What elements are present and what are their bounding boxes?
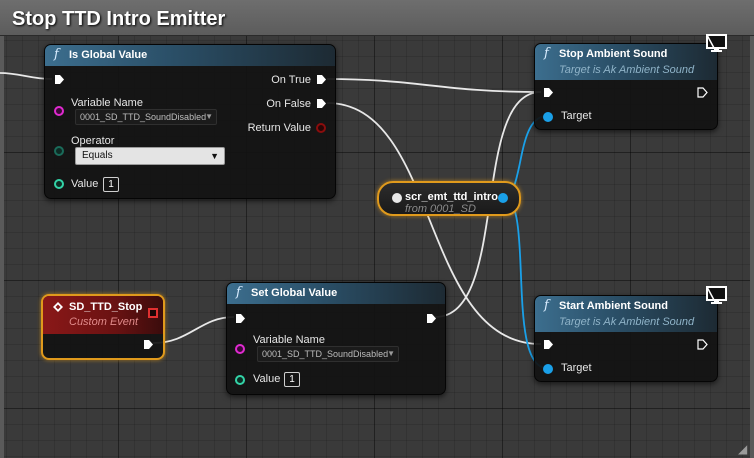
object-pin[interactable] — [543, 364, 553, 374]
value-label: Value — [71, 178, 99, 190]
node-subtitle: Target is Ak Ambient Sound — [559, 316, 695, 328]
variable-name-value: 0001_SD_TTD_SoundDisabled — [80, 112, 207, 122]
monitor-icon — [706, 286, 727, 304]
int-pin[interactable] — [54, 179, 64, 189]
exec-in-pin[interactable] — [54, 74, 65, 85]
chevron-down-icon: ▼ — [210, 151, 219, 161]
variable-name-value: 0001_SD_TTD_SoundDisabled — [262, 349, 389, 359]
node-start-ambient-sound[interactable]: f Start Ambient Sound Target is Ak Ambie… — [534, 295, 718, 382]
operator-value: Equals — [82, 150, 113, 161]
variable-source: from 0001_SD — [405, 203, 476, 215]
exec-out-pin[interactable] — [697, 87, 708, 98]
function-icon: f — [544, 46, 549, 61]
node-subtitle: Target is Ak Ambient Sound — [559, 64, 695, 76]
on-true-label: On True — [271, 74, 311, 86]
exec-out-on-true-pin[interactable] — [316, 74, 327, 85]
exec-out-pin[interactable] — [697, 339, 708, 350]
target-label: Target — [561, 362, 592, 374]
node-title: Start Ambient Sound — [559, 300, 668, 312]
object-pin[interactable] — [543, 112, 553, 122]
node-custom-event[interactable]: SD_TTD_Stop Custom Event — [41, 294, 165, 360]
node-header: f Start Ambient Sound Target is Ak Ambie… — [535, 296, 717, 332]
event-diamond-icon — [53, 302, 63, 312]
chevron-down-icon: ▼ — [387, 349, 395, 358]
node-header: f Set Global Value — [227, 283, 445, 304]
operator-label: Operator — [71, 135, 115, 147]
node-stop-ambient-sound[interactable]: f Stop Ambient Sound Target is Ak Ambien… — [534, 43, 718, 130]
exec-in-pin[interactable] — [543, 87, 554, 98]
bool-pin[interactable] — [316, 123, 326, 133]
node-header: f Is Global Value — [45, 45, 335, 66]
value-input[interactable]: 1 — [103, 177, 119, 192]
node-title: Is Global Value — [69, 49, 148, 61]
monitor-icon — [706, 34, 727, 52]
string-pin[interactable] — [54, 106, 64, 116]
comment-resize-grip[interactable]: ◢ — [738, 442, 752, 456]
delegate-pin[interactable] — [148, 308, 158, 318]
function-icon: f — [236, 285, 241, 300]
node-variable-getter[interactable]: scr_emt_ttd_intro from 0001_SD — [377, 181, 521, 216]
node-title: Stop Ambient Sound — [559, 48, 668, 60]
node-subtitle: Custom Event — [69, 316, 139, 328]
exec-out-pin[interactable] — [143, 339, 154, 350]
object-out-pin[interactable] — [498, 193, 508, 203]
node-header: f Stop Ambient Sound Target is Ak Ambien… — [535, 44, 717, 80]
exec-wire-on-true-to-stop — [326, 78, 542, 93]
node-header: SD_TTD_Stop Custom Event — [43, 296, 163, 334]
operator-select[interactable]: Equals ▼ — [75, 147, 225, 165]
return-value-label: Return Value — [247, 122, 311, 134]
exec-in-pin[interactable] — [235, 313, 246, 324]
byte-pin[interactable] — [54, 146, 64, 156]
function-icon: f — [544, 298, 549, 313]
variable-name-dropdown[interactable]: 0001_SD_TTD_SoundDisabled ▼ — [257, 346, 399, 362]
exec-wire-event-to-set — [152, 316, 235, 344]
variable-name-label: Variable Name — [253, 334, 325, 346]
on-false-label: On False — [266, 98, 311, 110]
node-set-global-value[interactable]: f Set Global Value Variable Name 0001_SD… — [226, 282, 446, 395]
chevron-down-icon: ▼ — [205, 112, 213, 121]
node-title: Set Global Value — [251, 287, 338, 299]
variable-icon — [392, 193, 402, 203]
variable-name: scr_emt_ttd_intro — [405, 191, 498, 203]
int-pin[interactable] — [235, 375, 245, 385]
value-input[interactable]: 1 — [284, 372, 300, 387]
string-pin[interactable] — [235, 344, 245, 354]
variable-name-dropdown[interactable]: 0001_SD_TTD_SoundDisabled ▼ — [75, 109, 217, 125]
variable-name-label: Variable Name — [71, 97, 143, 109]
value-label: Value — [253, 373, 281, 385]
exec-out-on-false-pin[interactable] — [316, 98, 327, 109]
node-title: SD_TTD_Stop — [69, 301, 143, 313]
exec-out-pin[interactable] — [426, 313, 437, 324]
target-label: Target — [561, 110, 592, 122]
function-icon: f — [54, 47, 59, 62]
exec-in-pin[interactable] — [543, 339, 554, 350]
node-is-global-value[interactable]: f Is Global Value Variable Name 0001_SD_… — [44, 44, 336, 199]
